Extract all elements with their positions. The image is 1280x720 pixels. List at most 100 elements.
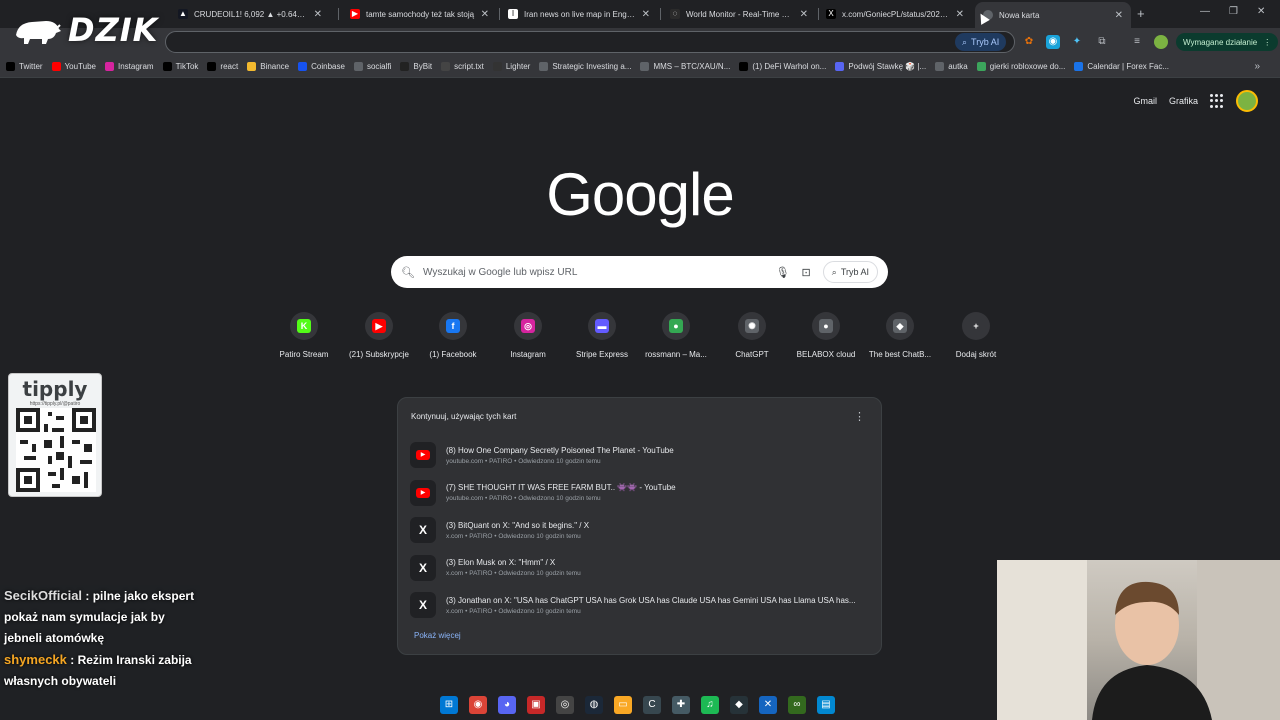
tipply-url: https://tipply.pl/@patiro — [29, 401, 81, 407]
bookmark-item[interactable]: Coinbase — [298, 62, 345, 71]
shortcut-icon-circle: ● — [812, 312, 840, 340]
tab-title: x.com/GoniecPL/status/202767 — [842, 9, 950, 19]
close-icon[interactable]: ✕ — [481, 9, 489, 20]
tab-search-icon[interactable]: ≡ — [1130, 35, 1144, 49]
search-box[interactable]: 🔍︎ Wyszukaj w Google lub wpisz URL 🎙︎ ⊡ … — [391, 256, 888, 288]
shortcut-tile[interactable]: ◎ Instagram — [492, 312, 564, 359]
tab-iran-news[interactable]: l Iran news on live map in English ✕ — [500, 3, 658, 25]
shortcut-tile[interactable]: ◆ The best ChatB... — [864, 312, 936, 359]
extension-blue-icon[interactable]: ◉ — [1046, 35, 1060, 49]
bookmark-item[interactable]: autka — [935, 62, 968, 71]
show-more-link[interactable]: Pokaż więcej — [414, 631, 461, 640]
game-icon[interactable]: ∞ — [788, 696, 806, 714]
bookmark-item[interactable]: Twitter — [6, 62, 43, 71]
tab-crudeoil[interactable]: ▲ CRUDEOIL1! 6,092 ▲ +0.64% B ✕ — [170, 3, 330, 25]
bookmark-label: YouTube — [64, 62, 96, 71]
tab-world-monitor[interactable]: ◌ World Monitor - Real-Time Glo ✕ — [662, 3, 816, 25]
microphone-icon[interactable]: 🎙︎ — [776, 266, 790, 279]
bookmark-item[interactable]: Binance — [247, 62, 289, 71]
bookmark-item[interactable]: Strategic Investing a... — [539, 62, 631, 71]
xbox-icon[interactable]: ✕ — [759, 696, 777, 714]
bookmark-item[interactable]: gierki robloxowe do... — [976, 62, 1065, 71]
extensions-puzzle-icon[interactable]: ⧉ — [1095, 35, 1109, 49]
shortcut-tile[interactable]: ▶ (21) Subskrypcje — [343, 312, 415, 359]
ai-mode-button[interactable]: ⌕ Tryb AI — [955, 33, 1007, 51]
obs-icon[interactable]: ◎ — [556, 696, 574, 714]
bookmark-item[interactable]: react — [207, 62, 238, 71]
window-close-icon[interactable]: ✕ — [1257, 6, 1265, 17]
profile-avatar-icon[interactable] — [1154, 35, 1168, 49]
bookmark-item[interactable]: socialfi — [353, 62, 391, 71]
bookmark-item[interactable]: Calendar | Forex Fac... — [1074, 62, 1169, 71]
bookmark-item[interactable]: (1) DeFi Warhol on... — [739, 62, 826, 71]
app-icon[interactable]: ▣ — [527, 696, 545, 714]
windows-icon[interactable]: ⊞ — [440, 696, 458, 714]
bookmarks-overflow-icon[interactable]: » — [1254, 61, 1260, 72]
tab-x-status[interactable]: X x.com/GoniecPL/status/202767 ✕ — [818, 3, 972, 25]
explorer-icon[interactable]: ▭ — [614, 696, 632, 714]
bookmark-item[interactable]: TikTok — [162, 62, 198, 71]
bookmark-item[interactable]: MMS – BTC/XAU/N... — [640, 62, 730, 71]
close-icon[interactable]: ✕ — [314, 9, 322, 20]
spotify-icon[interactable]: ♫ — [701, 696, 719, 714]
bookmark-label: script.txt — [454, 62, 484, 71]
extension-sparkle-icon[interactable]: ✦ — [1070, 35, 1084, 49]
bookmark-item[interactable]: YouTube — [51, 62, 96, 71]
steam-icon[interactable]: ◍ — [585, 696, 603, 714]
more-vert-icon[interactable]: ⋮ — [854, 410, 865, 423]
bookmark-item[interactable]: ByBit — [400, 62, 432, 71]
github-icon: ● — [819, 319, 833, 333]
shortcut-label: BELABOX cloud — [796, 350, 856, 359]
tool-icon[interactable]: ✚ — [672, 696, 690, 714]
action-required-button[interactable]: Wymagane działanie ⋮ — [1176, 33, 1279, 51]
tradingview-icon: ▲ — [178, 9, 188, 19]
chat-username: SecikOfficial — [4, 588, 83, 603]
bookmark-item[interactable]: Podwój Stawkę 🎲 |... — [835, 62, 926, 71]
tab-new-tab[interactable]: Nowa karta ✕ — [975, 2, 1131, 28]
shortcut-tile[interactable]: ● BELABOX cloud — [790, 312, 862, 359]
recent-tab-title: (3) Jonathan on X: "USA has ChatGPT USA … — [446, 595, 856, 605]
shortcut-tile[interactable]: + Dodaj skrót — [940, 312, 1012, 359]
minimize-icon[interactable]: — — [1200, 6, 1210, 17]
shortcut-tile[interactable]: f (1) Facebook — [417, 312, 489, 359]
chatbot-icon: ◆ — [893, 319, 907, 333]
shortcut-tile[interactable]: ✺ ChatGPT — [716, 312, 788, 359]
recent-tab-row[interactable]: ▶ (8) How One Company Secretly Poisoned T… — [410, 438, 870, 472]
close-icon[interactable]: ✕ — [800, 9, 808, 20]
bookmark-item[interactable]: Lighter — [492, 62, 530, 71]
shortcut-tile[interactable]: K Patiro Stream — [268, 312, 340, 359]
close-icon[interactable]: ✕ — [956, 9, 964, 20]
google-apps-icon[interactable] — [1210, 94, 1224, 108]
discord-icon[interactable]: ◕ — [498, 696, 516, 714]
facebook-icon: f — [446, 319, 460, 333]
close-icon[interactable]: ✕ — [642, 9, 650, 20]
bookmark-item[interactable]: Instagram — [105, 62, 154, 71]
binance-icon — [247, 62, 257, 71]
ccleaner-icon[interactable]: C — [643, 696, 661, 714]
recent-tab-row[interactable]: X (3) Jonathan on X: "USA has ChatGPT USA… — [410, 588, 870, 622]
tab-title: tamte samochody też tak stoją — [366, 9, 475, 19]
extension-fox-icon[interactable]: ✿ — [1022, 35, 1036, 49]
google-lens-icon[interactable]: ⊡ — [802, 266, 811, 279]
notepad-icon[interactable]: ▤ — [817, 696, 835, 714]
recent-tab-row[interactable]: X (3) Elon Musk on X: "Hmm" / X x.com • PA… — [410, 551, 870, 585]
bookmark-item[interactable]: script.txt — [441, 62, 484, 71]
tab-youtube[interactable]: ▶ tamte samochody też tak stoją ✕ — [342, 3, 497, 25]
shortcut-icon-circle: ◎ — [514, 312, 542, 340]
search-input[interactable]: Wyszukaj w Google lub wpisz URL — [423, 267, 776, 278]
shortcut-tile[interactable]: ▬ Stripe Express — [566, 312, 638, 359]
address-bar[interactable] — [165, 31, 1015, 53]
ai-mode-search-button[interactable]: ⌕ Tryb AI — [822, 261, 878, 283]
browser-toolbar — [0, 28, 1280, 56]
recent-tab-row[interactable]: ▶ (7) SHE THOUGHT IT WAS FREE FARM BUT.. … — [410, 476, 870, 510]
close-icon[interactable]: ✕ — [1115, 10, 1123, 21]
images-link[interactable]: Grafika — [1169, 96, 1198, 106]
chrome-icon[interactable]: ◉ — [469, 696, 487, 714]
account-avatar[interactable] — [1236, 90, 1258, 112]
shortcut-tile[interactable]: ● rossmann – Ma... — [640, 312, 712, 359]
maximize-icon[interactable]: ❐ — [1229, 6, 1238, 17]
new-tab-plus-icon[interactable]: + — [1137, 6, 1145, 21]
gmail-link[interactable]: Gmail — [1133, 96, 1157, 106]
app2-icon[interactable]: ◆ — [730, 696, 748, 714]
recent-tab-row[interactable]: X (3) BitQuant on X: "And so it begins." … — [410, 513, 870, 547]
